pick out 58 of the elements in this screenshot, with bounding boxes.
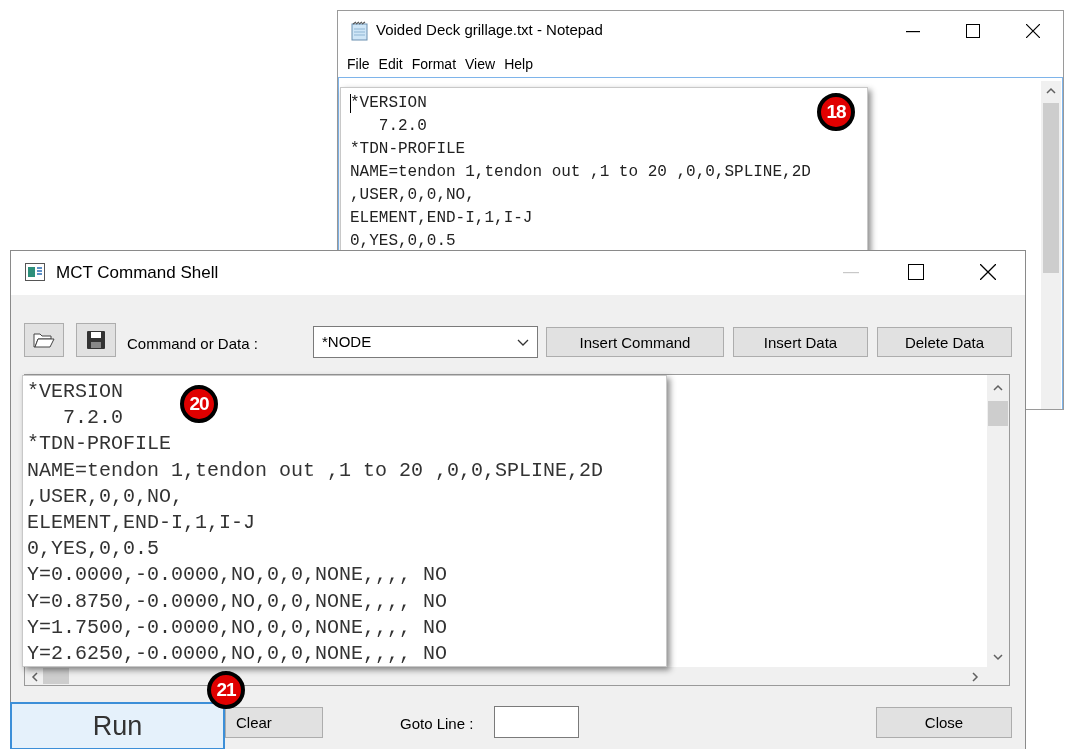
folder-icon xyxy=(33,332,55,348)
window-title: MCT Command Shell xyxy=(56,263,219,283)
scroll-down-icon[interactable] xyxy=(993,654,1003,661)
menu-item[interactable]: View xyxy=(465,56,505,72)
menu-item[interactable]: Format xyxy=(411,56,466,72)
code-line: 0,YES,0,0.5 xyxy=(350,231,456,252)
run-button[interactable]: Run xyxy=(10,702,225,749)
code-line: Y=1.7500,-0.0000,NO,0,0,NONE,,,, NO xyxy=(27,614,448,641)
code-line: *TDN-PROFILE xyxy=(27,431,172,458)
maximize-icon[interactable] xyxy=(908,264,924,280)
code-line: *VERSION xyxy=(27,379,123,405)
command-label: Command or Data : xyxy=(127,335,258,352)
notepad-icon xyxy=(350,21,370,41)
open-button[interactable] xyxy=(24,323,64,357)
code-line: Y=0.0000,-0.0000,NO,0,0,NONE,,,, NO xyxy=(27,562,448,589)
chevron-down-icon xyxy=(517,339,529,346)
code-line: NAME=tendon 1,tendon out ,1 to 20 ,0,0,SPLINE,2D xyxy=(350,162,811,183)
code-line: *VERSION xyxy=(350,93,427,114)
window-title: Voided Deck grillage.txt - Notepad xyxy=(376,21,603,38)
code-line: ,USER,0,0,NO, xyxy=(27,483,184,510)
scrollbar[interactable] xyxy=(987,375,1009,667)
scrollbar-thumb[interactable] xyxy=(988,401,1008,426)
save-button[interactable] xyxy=(76,323,116,357)
code-line: Y=0.8750,-0.0000,NO,0,0,NONE,,,, NO xyxy=(27,588,448,615)
close-icon[interactable] xyxy=(980,264,996,280)
code-line: ,USER,0,0,NO, xyxy=(350,185,475,206)
close-icon[interactable] xyxy=(1026,24,1040,38)
menu-item[interactable]: File xyxy=(338,56,379,72)
menu-item[interactable]: Help xyxy=(504,56,542,72)
goto-line-label: Goto Line : xyxy=(400,715,474,732)
app-icon xyxy=(25,263,45,281)
minimize-icon xyxy=(843,272,859,274)
code-line: NAME=tendon 1,tendon out ,1 to 20 ,0,0,SPLINE,2D xyxy=(27,457,604,484)
clear-button[interactable]: Clear xyxy=(225,707,323,738)
toolbar-button[interactable]: Insert Command xyxy=(546,327,724,357)
scrollbar-thumb[interactable] xyxy=(43,668,69,684)
scroll-up-icon[interactable] xyxy=(993,384,1003,391)
code-line: *TDN-PROFILE xyxy=(350,139,466,160)
scroll-left-icon[interactable] xyxy=(31,672,38,682)
code-line: ELEMENT,END-I,1,I-J xyxy=(350,208,533,229)
code-line: ELEMENT,END-I,1,I-J xyxy=(27,510,256,536)
menu-item[interactable]: Edit xyxy=(378,56,412,72)
maximize-icon[interactable] xyxy=(966,24,980,38)
code-line: 7.2.0 xyxy=(62,405,123,432)
scroll-right-icon[interactable] xyxy=(972,672,979,682)
close-button[interactable]: Close xyxy=(876,707,1012,738)
scrollbar-thumb[interactable] xyxy=(1043,103,1059,273)
scrollbar[interactable] xyxy=(25,667,1009,685)
toolbar-button[interactable]: Delete Data xyxy=(877,327,1012,357)
minimize-icon[interactable] xyxy=(906,31,920,33)
toolbar-button[interactable]: Insert Data xyxy=(733,327,868,357)
code-line: 7.2.0 xyxy=(377,116,427,137)
scroll-up-icon[interactable] xyxy=(1046,87,1056,94)
scrollbar[interactable] xyxy=(1041,81,1061,409)
code-line: 0,YES,0,0.5 xyxy=(27,536,160,563)
code-line: Y=2.6250,-0.0000,NO,0,0,NONE,,,, NO xyxy=(27,641,448,668)
command-dropdown[interactable]: *NODE xyxy=(313,326,538,358)
goto-line-field[interactable] xyxy=(494,706,579,738)
